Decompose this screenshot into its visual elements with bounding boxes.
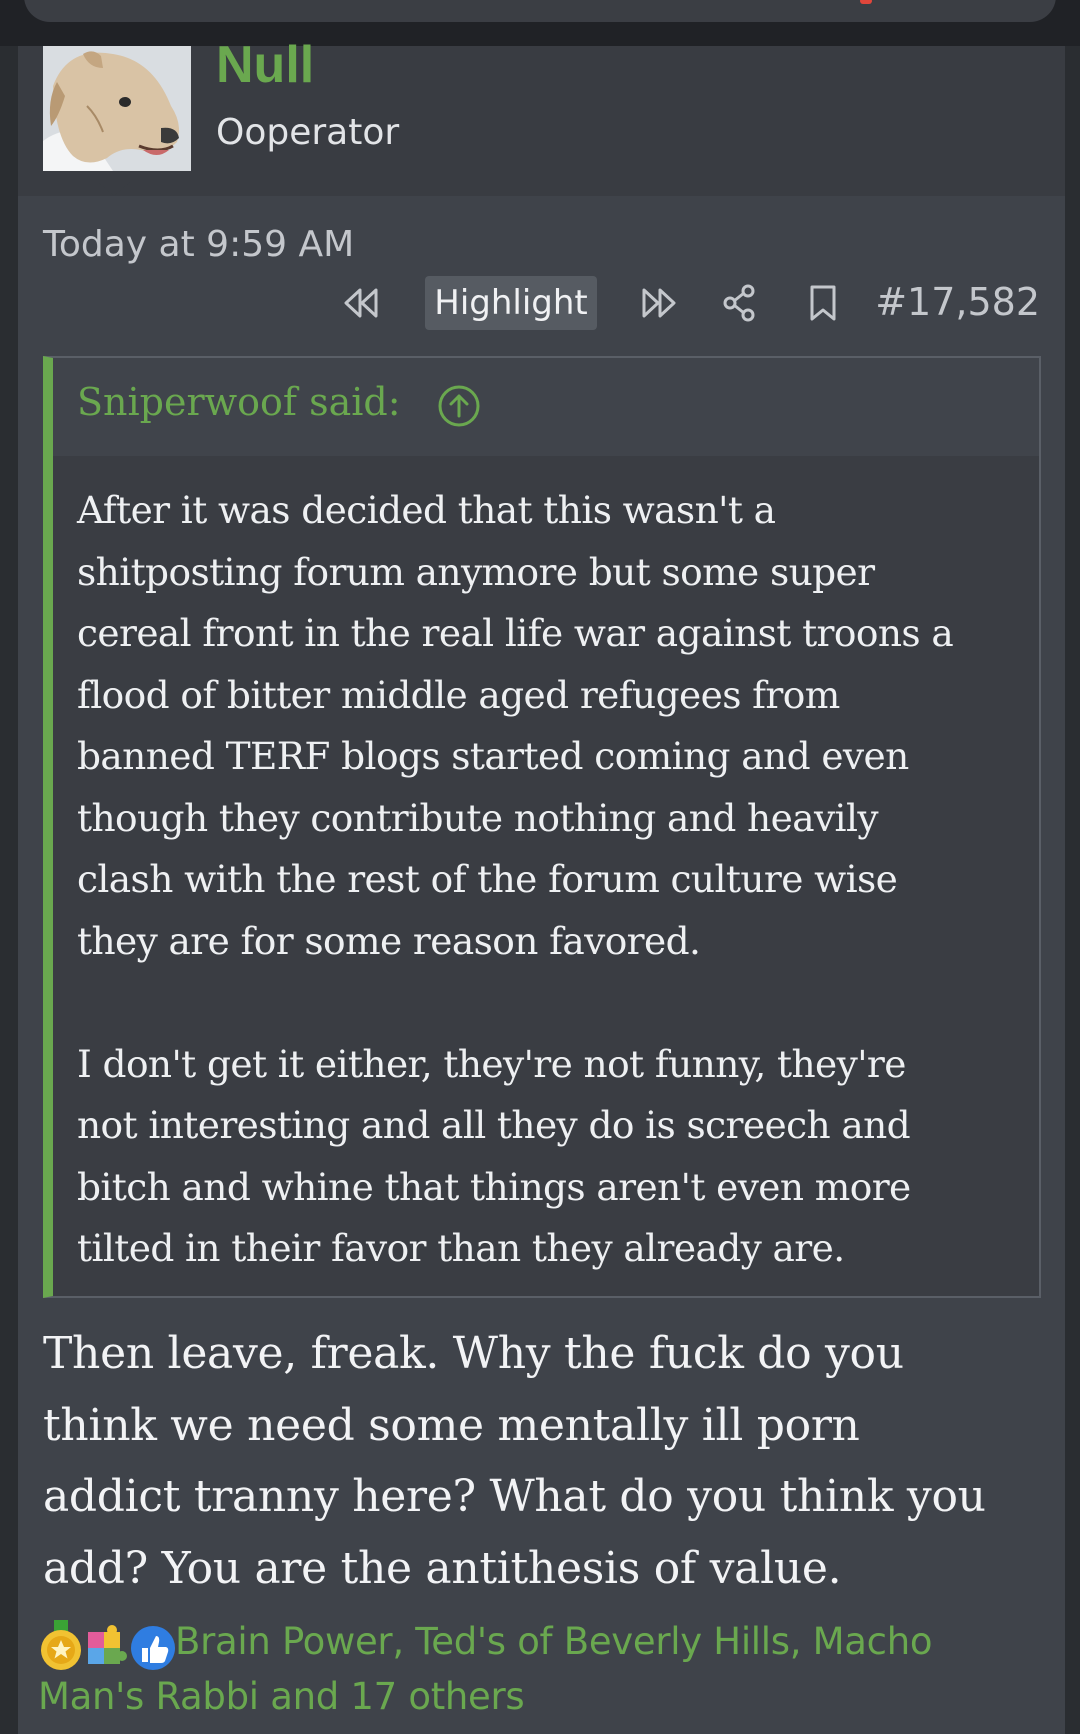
jump-next-icon[interactable] bbox=[638, 282, 680, 324]
post-actions: Highlight #17,582 bbox=[18, 276, 1065, 330]
quote-header: Sniperwoof said: bbox=[53, 358, 1039, 456]
avatar-pointer bbox=[98, 182, 130, 196]
highlight-button[interactable]: Highlight bbox=[425, 276, 597, 330]
top-bar bbox=[0, 0, 1080, 46]
dog-avatar-image bbox=[43, 46, 191, 171]
bookmark-icon[interactable] bbox=[802, 282, 844, 324]
notification-dot bbox=[860, 0, 872, 4]
quote-paragraph: I don't get it either, they're not funny… bbox=[77, 1041, 911, 1271]
user-header: Null Ooperator bbox=[18, 40, 1065, 196]
post-number[interactable]: #17,582 bbox=[875, 280, 1040, 324]
quote-block: Sniperwoof said: After it was decided th… bbox=[43, 356, 1041, 1298]
forum-post: Null Ooperator Today at 9:59 AM Highligh… bbox=[18, 40, 1065, 1734]
quote-author[interactable]: Sniperwoof said: bbox=[77, 380, 401, 424]
username[interactable]: Null bbox=[216, 40, 314, 90]
reactions-list[interactable]: Brain Power, Ted's of Beverly Hills, Mac… bbox=[38, 1614, 1038, 1724]
share-icon[interactable] bbox=[718, 282, 760, 324]
avatar[interactable] bbox=[43, 46, 191, 171]
post-body: Then leave, freak. Why the fuck do you t… bbox=[43, 1328, 986, 1594]
reactions-bar: Brain Power, Ted's of Beverly Hills, Mac… bbox=[38, 1614, 1048, 1734]
jump-previous-icon[interactable] bbox=[340, 282, 382, 324]
post-timestamp[interactable]: Today at 9:59 AM bbox=[43, 224, 354, 265]
quote-body: After it was decided that this wasn't a … bbox=[77, 480, 1017, 1280]
address-bar[interactable] bbox=[24, 0, 1056, 22]
quote-paragraph: After it was decided that this wasn't a … bbox=[77, 488, 954, 963]
user-title: Ooperator bbox=[216, 112, 400, 153]
jump-to-quoted-post-icon[interactable] bbox=[437, 384, 481, 428]
